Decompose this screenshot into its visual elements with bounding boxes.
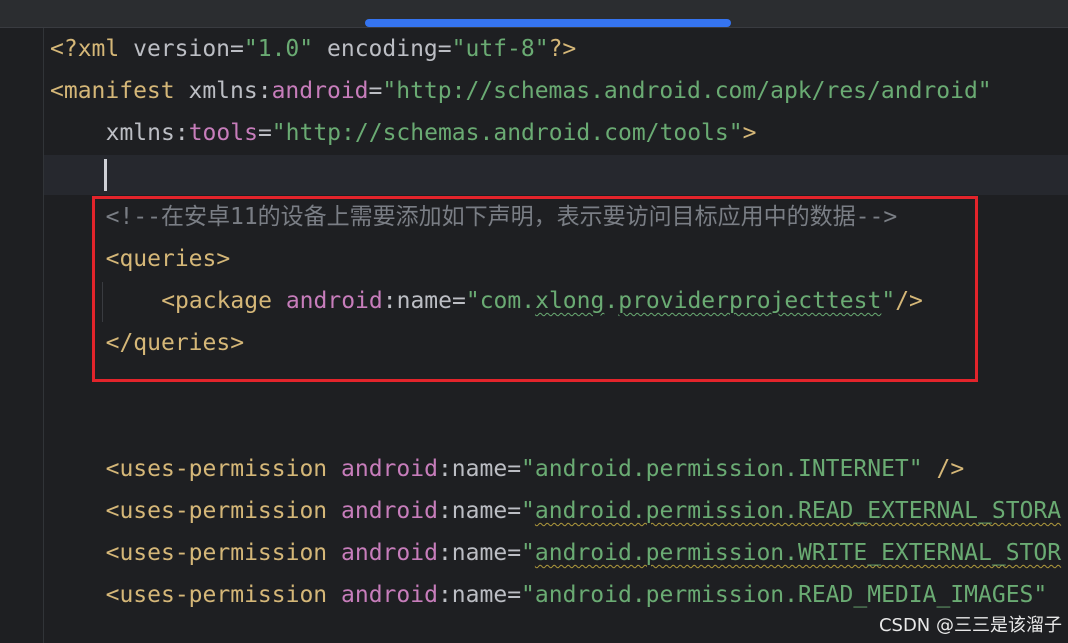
code-token: <uses-permission [105, 582, 341, 608]
code-token: <uses-permission [105, 498, 341, 524]
code-token: <manifest [50, 78, 189, 104]
code-token: :name [437, 582, 508, 608]
code-token: :name [437, 456, 508, 482]
current-line-highlight [44, 155, 1068, 195]
code-token: xmlns: [188, 78, 272, 104]
code-token: "http://schemas.android.com/tools" [271, 120, 743, 146]
code-line[interactable]: <uses-permission android:name="android.p… [106, 448, 965, 490]
code-line[interactable]: <?xml version="1.0" encoding="utf-8"?> [50, 28, 576, 70]
code-token: "android.permission.READ_MEDIA_IMAGES" [521, 582, 1048, 608]
code-token: = [507, 456, 522, 482]
code-token: android.permission.WRITE_EXTERNAL_STOR [534, 540, 1062, 566]
code-token: "1.0" [243, 36, 314, 62]
code-token: :name [437, 540, 508, 566]
code-token: /> [922, 456, 965, 482]
code-token: android.permission.READ_EXTERNAL_STORA [534, 498, 1062, 524]
code-token: android [341, 540, 438, 566]
code-line[interactable]: <uses-permission android:name="android.p… [106, 574, 1048, 616]
code-token: tools [188, 120, 258, 146]
text-caret [104, 159, 107, 191]
code-token: = [437, 36, 452, 62]
code-token: = [507, 582, 522, 608]
code-token: <?xml [50, 36, 134, 62]
code-line[interactable]: <uses-permission android:name="android.p… [106, 490, 1062, 532]
code-token: = [507, 540, 522, 566]
code-token: "utf-8" [451, 36, 549, 62]
code-editor[interactable]: <?xml version="1.0" encoding="utf-8"?> <m… [0, 0, 1068, 643]
code-line[interactable]: xmlns:tools="http://schemas.android.com/… [106, 112, 757, 154]
line-number-gutter [0, 28, 44, 643]
code-token: android [341, 456, 438, 482]
code-token: encoding [327, 36, 438, 62]
code-token: version [133, 36, 231, 62]
code-token: android [271, 78, 369, 104]
code-token: <uses-permission [105, 456, 341, 482]
code-token: android [341, 498, 438, 524]
code-token: <uses-permission [105, 540, 341, 566]
active-tab-indicator[interactable] [365, 19, 731, 27]
csdn-watermark: CSDN @三三是该溜子 [878, 615, 1062, 636]
code-token: = [257, 120, 272, 146]
code-line[interactable]: <manifest xmlns:android="http://schemas.… [50, 70, 992, 112]
red-highlight-box [92, 196, 978, 382]
code-token: :name [437, 498, 508, 524]
code-token: > [742, 120, 757, 146]
editor-tab-bar [0, 0, 1068, 28]
code-token: " [521, 540, 535, 566]
code-token: android [341, 582, 438, 608]
code-token: " [521, 498, 535, 524]
code-token: = [230, 36, 244, 62]
code-token: xmlns: [105, 120, 189, 146]
code-line[interactable]: <uses-permission android:name="android.p… [106, 532, 1062, 574]
code-token: "http://schemas.android.com/apk/res/andr… [382, 78, 992, 104]
code-token: = [368, 78, 383, 104]
code-token: "android.permission.INTERNET" [521, 456, 923, 482]
code-token: = [507, 498, 522, 524]
code-token: ?> [548, 36, 577, 62]
